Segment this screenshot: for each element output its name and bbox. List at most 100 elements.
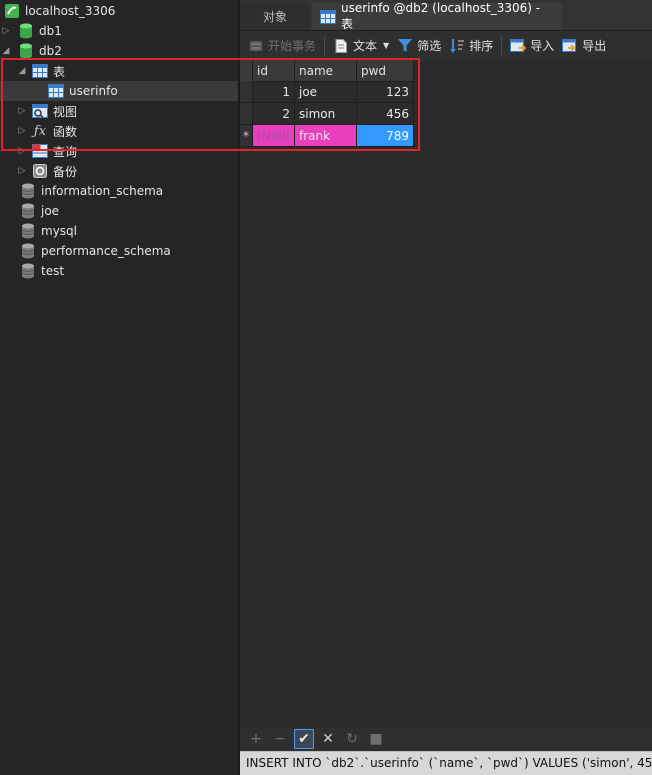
- text-button[interactable]: 文本 ▼: [329, 34, 393, 58]
- main-panel: 对象 userinfo @db2 (localhost_3306) - 表 开始…: [240, 0, 652, 775]
- database-gray-icon: [20, 243, 36, 259]
- import-icon: [510, 38, 527, 54]
- new-table-row[interactable]: * (Null) frank 789: [240, 125, 414, 147]
- toolbar: 开始事务 文本 ▼ 筛选 排序 导入 导出: [240, 31, 652, 60]
- collapse-arrow-icon[interactable]: ◢: [0, 46, 12, 56]
- tree-connection[interactable]: localhost_3306: [0, 1, 238, 21]
- database-gray-icon: [20, 263, 36, 279]
- tree-queries-group[interactable]: ▷ 查询: [0, 141, 238, 161]
- expand-arrow-icon[interactable]: ▷: [16, 166, 28, 176]
- table-row[interactable]: 1 joe 123: [240, 81, 414, 103]
- filter-label: 筛选: [417, 39, 442, 53]
- database-gray-icon: [20, 223, 36, 239]
- cell-name[interactable]: simon: [295, 103, 357, 125]
- toolbar-divider: [501, 35, 503, 56]
- expand-arrow-icon[interactable]: ▷: [16, 106, 28, 116]
- grid-header-row: id name pwd: [240, 60, 414, 82]
- row-marker[interactable]: [240, 103, 253, 125]
- apply-changes-icon[interactable]: ✔: [294, 729, 314, 749]
- table-row[interactable]: 2 simon 456: [240, 103, 414, 125]
- db-label: db1: [39, 24, 62, 38]
- db-label: mysql: [41, 224, 77, 238]
- tab-objects-label: 对象: [262, 10, 287, 24]
- tree-tables-group[interactable]: ◢ 表: [0, 61, 238, 81]
- db-label: performance_schema: [41, 244, 171, 258]
- database-green-icon: [18, 23, 34, 39]
- function-fx-icon: ƒx: [33, 123, 47, 139]
- sort-icon: [449, 38, 465, 54]
- tree-db-joe[interactable]: joe: [0, 201, 238, 221]
- connection-label: localhost_3306: [25, 4, 116, 18]
- filter-button[interactable]: 筛选: [393, 34, 445, 58]
- collapse-arrow-icon[interactable]: ◢: [16, 66, 28, 76]
- queries-label: 查询: [53, 144, 78, 159]
- tree-db-mysql[interactable]: mysql: [0, 221, 238, 241]
- text-label: 文本: [353, 39, 378, 53]
- expand-arrow-icon[interactable]: ▷: [16, 146, 28, 156]
- cell-id[interactable]: 2: [253, 103, 295, 125]
- column-header-name[interactable]: name: [295, 60, 357, 82]
- cell-name[interactable]: frank: [295, 125, 357, 147]
- filter-icon: [397, 38, 413, 54]
- connection-icon: [4, 3, 20, 19]
- backups-label: 备份: [53, 164, 78, 179]
- tab-userinfo[interactable]: userinfo @db2 (localhost_3306) - 表: [312, 1, 562, 31]
- db-label: db2: [39, 44, 62, 58]
- expand-arrow-icon[interactable]: ▷: [16, 126, 28, 136]
- cell-name[interactable]: joe: [295, 81, 357, 103]
- row-header-corner: [240, 60, 253, 82]
- sort-button[interactable]: 排序: [445, 34, 497, 58]
- discard-changes-icon[interactable]: ✕: [318, 729, 338, 749]
- chevron-down-icon[interactable]: ▼: [383, 41, 389, 50]
- import-button[interactable]: 导入: [506, 34, 558, 58]
- tree-db-test[interactable]: test: [0, 261, 238, 281]
- table-icon: [320, 9, 336, 25]
- add-record-icon[interactable]: +: [246, 729, 266, 749]
- tree-db-db2[interactable]: ◢ db2: [0, 41, 238, 61]
- cell-pwd[interactable]: 123: [357, 81, 414, 103]
- views-label: 视图: [53, 104, 78, 119]
- table-label: userinfo: [69, 84, 118, 98]
- status-bar-sql: INSERT INTO `db2`.`userinfo` (`name`, `p…: [240, 751, 652, 775]
- cell-pwd-selected[interactable]: 789: [357, 125, 414, 147]
- begin-transaction-button[interactable]: 开始事务: [244, 34, 320, 58]
- tables-label: 表: [53, 64, 66, 79]
- column-header-pwd[interactable]: pwd: [357, 60, 414, 82]
- db-label: test: [41, 264, 65, 278]
- table-icon: [48, 83, 64, 99]
- refresh-icon[interactable]: ↻: [342, 729, 362, 749]
- db-label: information_schema: [41, 184, 164, 198]
- database-gray-icon: [20, 203, 36, 219]
- stop-icon[interactable]: ■: [366, 729, 386, 749]
- expand-arrow-icon[interactable]: ▷: [0, 26, 12, 36]
- tree-backups-group[interactable]: ▷ 备份: [0, 161, 238, 181]
- tree-views-group[interactable]: ▷ 视图: [0, 101, 238, 121]
- export-button[interactable]: 导出: [558, 34, 610, 58]
- row-marker[interactable]: [240, 81, 253, 103]
- tree-db-db1[interactable]: ▷ db1: [0, 21, 238, 41]
- new-row-marker[interactable]: *: [240, 125, 253, 147]
- cell-pwd[interactable]: 456: [357, 103, 414, 125]
- tab-objects[interactable]: 对象: [240, 3, 310, 30]
- cell-id[interactable]: 1: [253, 81, 295, 103]
- table-icon: [32, 63, 48, 79]
- tree-table-userinfo[interactable]: userinfo: [0, 81, 238, 101]
- tree-db-information-schema[interactable]: information_schema: [0, 181, 238, 201]
- tree-db-performance-schema[interactable]: performance_schema: [0, 241, 238, 261]
- tree-functions-group[interactable]: ▷ ƒx 函数: [0, 121, 238, 141]
- navigation-sidebar: localhost_3306 ▷ db1 ◢ db2 ◢ 表 userinfo …: [0, 0, 238, 775]
- delete-record-icon[interactable]: −: [270, 729, 290, 749]
- view-icon: [32, 103, 48, 119]
- column-header-id[interactable]: id: [253, 60, 295, 82]
- transaction-icon: [248, 38, 264, 54]
- backup-icon: [32, 163, 48, 179]
- toolbar-divider: [324, 35, 326, 56]
- cell-id-null[interactable]: (Null): [253, 125, 295, 147]
- export-icon: [562, 38, 578, 54]
- database-gray-icon: [20, 183, 36, 199]
- export-label: 导出: [582, 39, 607, 53]
- tab-bar: 对象 userinfo @db2 (localhost_3306) - 表: [240, 0, 652, 31]
- functions-label: 函数: [53, 124, 78, 139]
- query-icon: [32, 143, 48, 159]
- sort-label: 排序: [469, 39, 494, 53]
